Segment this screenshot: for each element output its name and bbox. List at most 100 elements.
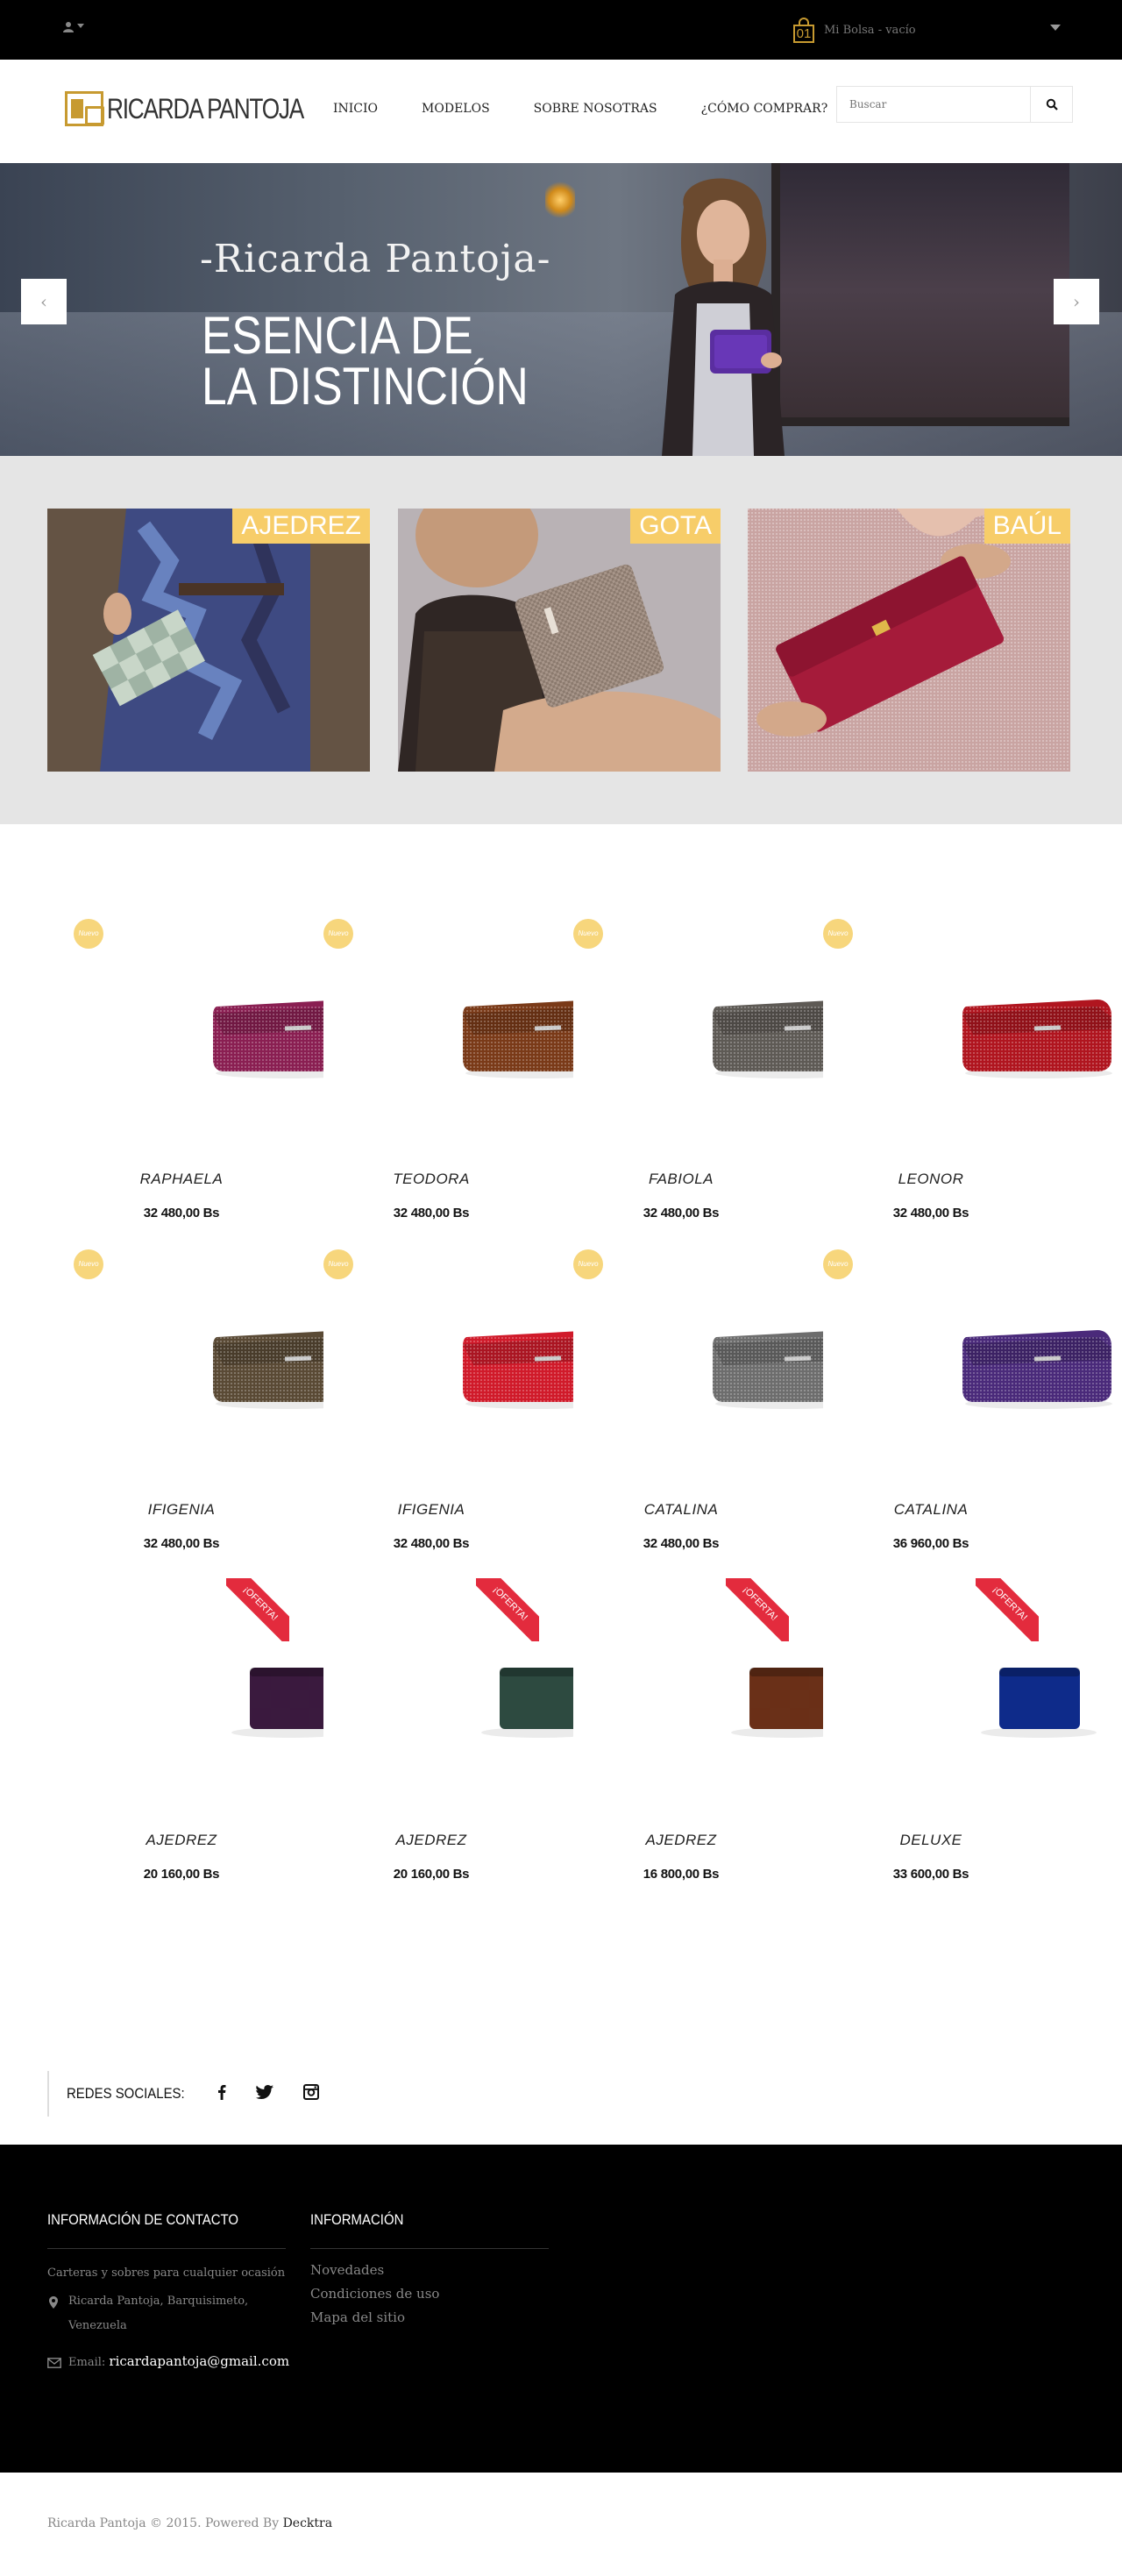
product-name[interactable]: IFIGENIA [323,1501,539,1519]
product-image[interactable]: Nuevo [573,919,863,1138]
cart-label: Mi Bolsa - vacío [824,23,916,37]
nav-item-modelos[interactable]: MODELOS [422,102,490,116]
powered-by-link[interactable]: Decktra [283,2516,333,2530]
sale-badge: ¡OFERTA! [476,1578,539,1641]
footer-info-title: INFORMACIÓN [310,2211,404,2228]
product-card[interactable]: ¡OFERTA! AJEDREZ 20 160,00 Bs [74,1578,347,1910]
product-name[interactable]: FABIOLA [573,1171,789,1188]
product-image[interactable]: Nuevo [74,919,363,1138]
hero-background-painting [771,163,1069,426]
copyright: Ricarda Pantoja © 2015. Powered By Deckt… [47,2516,332,2530]
new-badge: Nuevo [74,919,103,949]
product-price: 33 600,00 Bs [892,1867,969,1882]
hero-subtitle: -Ricarda Pantoja- [200,237,551,281]
instagram-icon[interactable] [302,2082,321,2102]
new-badge: Nuevo [323,919,353,949]
product-image[interactable]: Nuevo [323,919,613,1138]
product-name[interactable]: CATALINA [823,1501,1039,1519]
product-image[interactable]: Nuevo [74,1249,363,1469]
product-image[interactable]: Nuevo [823,1249,1112,1469]
product-price: 16 800,00 Bs [643,1867,720,1882]
product-price: 32 480,00 Bs [643,1536,720,1551]
product-name[interactable]: DELUXE [823,1832,1039,1849]
product-card[interactable]: ¡OFERTA! DELUXE 33 600,00 Bs [823,1578,1097,1910]
email-link[interactable]: ricardapantoja@gmail.com [109,2353,289,2369]
product-name[interactable]: IFIGENIA [74,1501,289,1519]
product-image[interactable]: Nuevo [323,1249,613,1469]
footer-link-condiciones[interactable]: Condiciones de uso [310,2286,439,2302]
category-label: AJEDREZ [232,509,370,544]
site-logo[interactable]: RICARDA PANTOJA [65,91,346,126]
new-badge: Nuevo [823,919,853,949]
search-box [836,86,1073,123]
slider-next-button[interactable]: › [1054,279,1099,324]
product-image[interactable]: Nuevo [573,1249,863,1469]
category-baul[interactable]: BAÚL [748,509,1070,772]
clutch-bag-image [962,1000,1112,1078]
product-price: 20 160,00 Bs [143,1867,220,1882]
clutch-bag-image [962,1330,1112,1409]
shopping-bag-icon: 01 [791,16,817,44]
site-footer: INFORMACIÓN DE CONTACTO Carteras y sobre… [0,2145,1122,2473]
copyright-text: Ricarda Pantoja © 2015. Powered By [47,2516,280,2530]
chevron-right-icon: › [1073,291,1080,312]
chevron-down-icon[interactable] [1050,25,1061,31]
product-card[interactable]: Nuevo IFIGENIA 32 480,00 Bs [74,1249,363,1579]
product-image[interactable]: ¡OFERTA! [74,1578,347,1799]
twitter-icon[interactable] [255,2082,274,2102]
product-card[interactable]: Nuevo CATALINA 32 480,00 Bs [573,1249,863,1579]
product-price: 32 480,00 Bs [143,1536,220,1551]
email-label: Email: [68,2356,106,2369]
search-button[interactable] [1030,87,1072,122]
product-name[interactable]: CATALINA [573,1501,789,1519]
category-image [398,509,721,772]
category-banners: AJEDREZ GOTA BAÚL [0,456,1122,824]
sale-badge: ¡OFERTA! [226,1578,289,1641]
product-card[interactable]: ¡OFERTA! AJEDREZ 16 800,00 Bs [573,1578,847,1910]
category-label: GOTA [630,509,721,544]
chevron-left-icon: ‹ [40,291,47,312]
sale-ribbon: ¡OFERTA! [726,1578,789,1641]
category-gota[interactable]: GOTA [398,509,721,772]
product-price: 32 480,00 Bs [143,1206,220,1220]
product-card[interactable]: Nuevo LEONOR 32 480,00 Bs [823,919,1112,1249]
nav-item-como-comprar[interactable]: ¿CÓMO COMPRAR? [701,102,828,116]
product-name[interactable]: AJEDREZ [323,1832,539,1849]
product-name[interactable]: RAPHAELA [74,1171,289,1188]
product-name[interactable]: TEODORA [323,1171,539,1188]
product-card[interactable]: Nuevo FABIOLA 32 480,00 Bs [573,919,863,1249]
product-card[interactable]: Nuevo RAPHAELA 32 480,00 Bs [74,919,363,1249]
envelope-icon [47,2355,61,2372]
product-name[interactable]: AJEDREZ [74,1832,289,1849]
footer-contact-title: INFORMACIÓN DE CONTACTO [47,2211,239,2228]
sale-ribbon: ¡OFERTA! [226,1578,289,1641]
product-name[interactable]: LEONOR [823,1171,1039,1188]
facebook-icon[interactable] [212,2082,231,2102]
category-image [748,509,1070,772]
hero-title: ESENCIA DE LA DISTINCIÓN [202,306,529,416]
footer-link-mapa[interactable]: Mapa del sitio [310,2309,405,2325]
product-card[interactable]: Nuevo CATALINA 36 960,00 Bs [823,1249,1112,1579]
product-image[interactable]: ¡OFERTA! [323,1578,597,1799]
main-nav: INICIO MODELOS SOBRE NOSOTRAS ¿CÓMO COMP… [333,102,871,116]
nav-item-inicio[interactable]: INICIO [333,102,378,116]
product-image[interactable]: ¡OFERTA! [573,1578,847,1799]
product-card[interactable]: Nuevo IFIGENIA 32 480,00 Bs [323,1249,613,1579]
map-marker-icon [49,2295,58,2312]
site-header: RICARDA PANTOJA INICIO MODELOS SOBRE NOS… [0,60,1122,163]
slider-prev-button[interactable]: ‹ [21,279,67,324]
product-card[interactable]: ¡OFERTA! AJEDREZ 20 160,00 Bs [323,1578,597,1910]
search-input[interactable] [837,87,1030,122]
nav-item-sobre-nosotras[interactable]: SOBRE NOSOTRAS [534,102,657,116]
product-image[interactable]: Nuevo [823,919,1112,1138]
product-price: 32 480,00 Bs [643,1206,720,1220]
product-image[interactable]: ¡OFERTA! [823,1578,1097,1799]
category-ajedrez[interactable]: AJEDREZ [47,509,370,772]
footer-link-novedades[interactable]: Novedades [310,2262,384,2278]
user-account-icon[interactable] [63,19,93,37]
cart-summary[interactable]: 01 Mi Bolsa - vacío [791,12,916,47]
sale-badge: ¡OFERTA! [976,1578,1039,1641]
top-bar: 01 Mi Bolsa - vacío [0,0,1122,60]
product-card[interactable]: Nuevo TEODORA 32 480,00 Bs [323,919,613,1249]
product-name[interactable]: AJEDREZ [573,1832,789,1849]
